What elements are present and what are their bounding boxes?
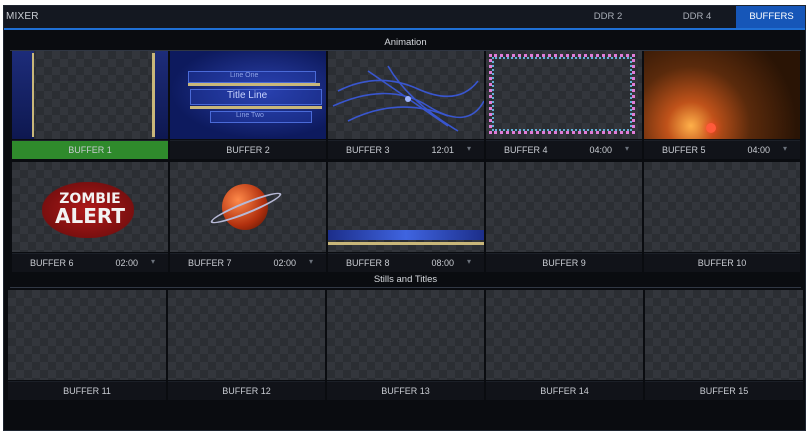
buffer-8-gold-line: [328, 242, 484, 245]
stills-section-title: Stills and Titles: [365, 274, 446, 285]
buffer-6-duration: 02:00: [115, 258, 138, 268]
buffer-2-line-two: Line Two: [236, 112, 264, 119]
buffer-13[interactable]: BUFFER 13: [327, 290, 484, 400]
buffer-4[interactable]: BUFFER 4 04:00 ▾: [486, 51, 642, 159]
buffer-6[interactable]: ZOMBIE ALERT BUFFER 6 02:00 ▾: [12, 162, 168, 272]
buffer-7-thumbnail: [170, 162, 326, 252]
tab-ddr-4[interactable]: DDR 4: [668, 6, 726, 28]
buffer-2[interactable]: Line One Title Line Line Two BUFFER 2: [170, 51, 326, 159]
buffer-7-label-bar: BUFFER 7 02:00 ▾: [170, 253, 326, 272]
buffer-7-dropdown-icon[interactable]: ▾: [309, 258, 317, 266]
buffer-14-label-bar: BUFFER 14: [486, 381, 643, 400]
buffer-6-alert-text: ALERT: [54, 204, 126, 228]
buffer-1-thumbnail: [12, 51, 168, 139]
buffer-10-thumbnail: [644, 162, 800, 252]
buffer-5[interactable]: BUFFER 5 04:00 ▾: [644, 51, 800, 159]
buffer-14-thumbnail: [486, 290, 643, 380]
buffer-13-label: BUFFER 13: [381, 386, 430, 396]
buffer-5-duration: 04:00: [747, 145, 770, 155]
buffer-9[interactable]: BUFFER 9: [486, 162, 642, 272]
buffer-3-duration: 12:01: [431, 145, 454, 155]
buffer-15-thumbnail: [645, 290, 803, 380]
buffer-8-lower-bar: [328, 230, 484, 240]
buffer-15-label-bar: BUFFER 15: [645, 381, 803, 400]
buffer-6-label-bar: BUFFER 6 02:00 ▾: [12, 253, 168, 272]
buffer-9-label: BUFFER 9: [542, 258, 586, 268]
buffer-7-duration: 02:00: [273, 258, 296, 268]
stills-section-header: Stills and Titles: [10, 273, 801, 288]
buffer-3-dropdown-icon[interactable]: ▾: [467, 145, 475, 153]
buffer-4-dropdown-icon[interactable]: ▾: [625, 145, 633, 153]
buffer-5-label: BUFFER 5: [662, 145, 706, 155]
animation-section-title: Animation: [376, 37, 435, 48]
buffer-14[interactable]: BUFFER 14: [486, 290, 643, 400]
buffer-15[interactable]: BUFFER 15: [645, 290, 803, 400]
buffer-3-graphic: [332, 65, 484, 132]
buffer-4-label: BUFFER 4: [504, 145, 548, 155]
buffer-10-label: BUFFER 10: [697, 258, 747, 268]
buffer-5-dropdown-icon[interactable]: ▾: [783, 145, 791, 153]
buffer-2-label: BUFFER 2: [226, 145, 270, 155]
buffer-5-glow: [644, 51, 800, 139]
buffer-8-thumbnail: [328, 162, 484, 252]
buffer-1-label: BUFFER 1: [68, 145, 112, 155]
buffer-7[interactable]: BUFFER 7 02:00 ▾: [170, 162, 326, 272]
buffer-3-label: BUFFER 3: [346, 145, 390, 155]
buffer-6-thumbnail: ZOMBIE ALERT: [12, 162, 168, 252]
buffer-15-label: BUFFER 15: [699, 386, 749, 396]
buffer-8-label: BUFFER 8: [346, 258, 390, 268]
buffer-5-spark: [706, 123, 716, 133]
buffer-1-left-rule: [32, 53, 34, 137]
buffer-8-dropdown-icon[interactable]: ▾: [467, 258, 475, 266]
buffer-4-duration: 04:00: [589, 145, 612, 155]
buffer-11-label: BUFFER 11: [63, 386, 111, 396]
buffer-12-thumbnail: [168, 290, 325, 380]
buffer-3-thumbnail: [328, 51, 484, 139]
buffer-13-label-bar: BUFFER 13: [327, 381, 484, 400]
buffer-9-thumbnail: [486, 162, 642, 252]
buffer-11-thumbnail: [8, 290, 166, 380]
buffer-12-label: BUFFER 12: [222, 386, 271, 396]
buffer-7-label: BUFFER 7: [188, 258, 232, 268]
buffers-panel: MIXER DDR 2 DDR 4 BUFFERS Animation BUFF…: [3, 5, 806, 431]
buffer-5-thumbnail: [644, 51, 800, 139]
animation-section-header: Animation: [10, 36, 801, 51]
buffer-8[interactable]: BUFFER 8 08:00 ▾: [328, 162, 484, 272]
buffer-13-thumbnail: [327, 290, 484, 380]
tab-buffers[interactable]: BUFFERS: [736, 6, 805, 28]
buffer-8-label-bar: BUFFER 8 08:00 ▾: [328, 253, 484, 272]
buffer-1-left-bar: [12, 51, 34, 139]
buffer-4-inner-light-frame: [492, 57, 632, 131]
buffer-11[interactable]: BUFFER 11: [8, 290, 166, 400]
buffer-6-dropdown-icon[interactable]: ▾: [151, 258, 159, 266]
buffer-2-gold-line-1: [188, 83, 320, 86]
buffer-12-label-bar: BUFFER 12: [168, 381, 325, 400]
buffer-10[interactable]: BUFFER 10: [644, 162, 800, 272]
buffer-1-label-bar: BUFFER 1: [12, 140, 168, 159]
buffer-14-label: BUFFER 14: [540, 386, 589, 396]
buffer-4-thumbnail: [486, 51, 642, 139]
buffer-2-gold-line-2: [190, 106, 322, 109]
buffer-2-line-one: Line One: [230, 72, 259, 79]
buffer-3-label-bar: BUFFER 3 12:01 ▾: [328, 140, 484, 159]
top-tab-bar: MIXER DDR 2 DDR 4 BUFFERS: [4, 6, 805, 30]
buffer-2-title-line: Title Line: [227, 90, 268, 101]
buffer-8-duration: 08:00: [431, 258, 454, 268]
buffer-1[interactable]: BUFFER 1: [12, 51, 168, 159]
buffer-1-right-bar: [155, 51, 168, 139]
buffer-4-label-bar: BUFFER 4 04:00 ▾: [486, 140, 642, 159]
buffer-5-label-bar: BUFFER 5 04:00 ▾: [644, 140, 800, 159]
app-title: MIXER: [6, 11, 39, 22]
buffer-2-thumbnail: Line One Title Line Line Two: [170, 51, 326, 139]
tab-ddr-2[interactable]: DDR 2: [582, 6, 634, 28]
buffer-12[interactable]: BUFFER 12: [168, 290, 325, 400]
buffer-2-label-bar: BUFFER 2: [170, 140, 326, 159]
buffer-11-label-bar: BUFFER 11: [8, 381, 166, 400]
buffer-6-label: BUFFER 6: [30, 258, 74, 268]
buffer-10-label-bar: BUFFER 10: [644, 253, 800, 272]
buffer-3[interactable]: BUFFER 3 12:01 ▾: [328, 51, 484, 159]
buffer-9-label-bar: BUFFER 9: [486, 253, 642, 272]
